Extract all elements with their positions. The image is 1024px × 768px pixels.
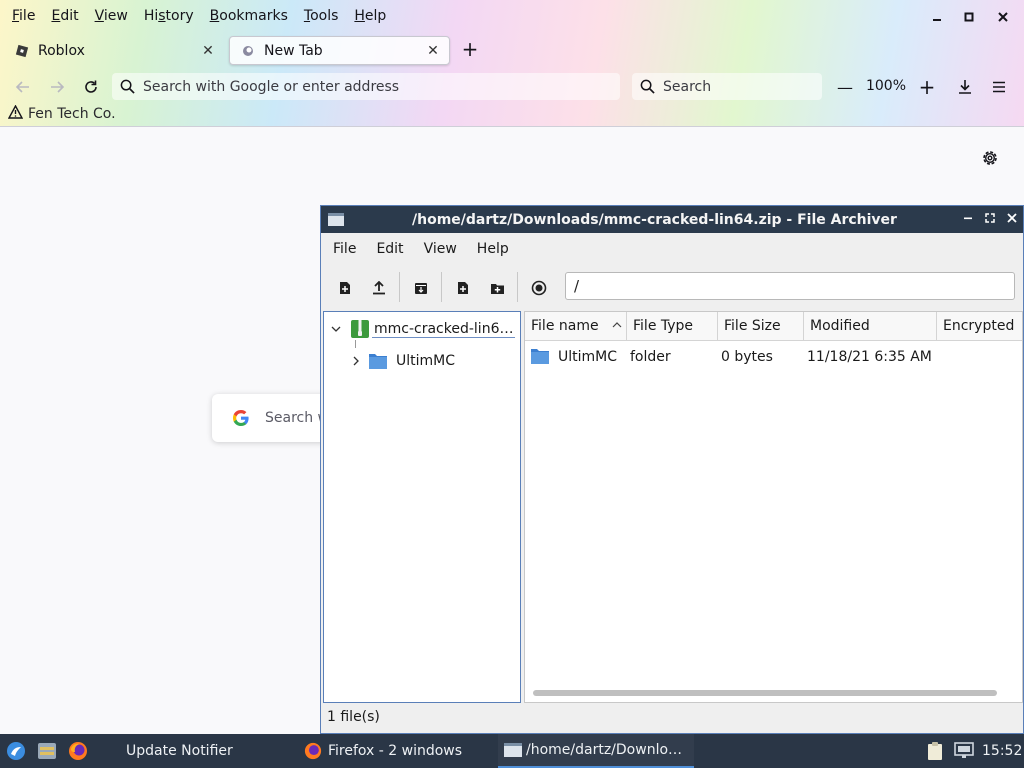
column-header-file-size[interactable]: File Size bbox=[718, 312, 804, 341]
menu-bookmarks[interactable]: Bookmarks bbox=[202, 0, 296, 32]
taskbar-item-firefox[interactable]: Firefox - 2 windows bbox=[298, 734, 490, 768]
menu-edit[interactable]: Edit bbox=[43, 0, 86, 32]
table-row[interactable]: UltimMC folder 0 bytes 11/18/21 6:35 AM bbox=[525, 344, 1022, 372]
forward-icon[interactable] bbox=[44, 74, 70, 100]
search-icon bbox=[120, 79, 135, 94]
taskbar-item-update-notifier[interactable]: Update Notifier bbox=[110, 734, 280, 768]
column-header-file-name[interactable]: File name bbox=[525, 312, 627, 341]
file-list: File name File Type File Size Modified E… bbox=[524, 311, 1023, 703]
archiver-menu-file[interactable]: File bbox=[323, 233, 366, 265]
firefox-icon bbox=[304, 742, 324, 760]
download-icon[interactable] bbox=[952, 74, 978, 100]
close-icon[interactable] bbox=[1001, 212, 1023, 227]
firefox-tab-icon bbox=[240, 43, 256, 59]
zoom-in-button[interactable]: + bbox=[914, 74, 940, 100]
gear-icon[interactable] bbox=[980, 148, 1000, 168]
archiver-menu-edit[interactable]: Edit bbox=[366, 233, 413, 265]
stop-icon[interactable] bbox=[527, 276, 551, 300]
column-header-modified[interactable]: Modified bbox=[804, 312, 937, 341]
file-manager-icon[interactable] bbox=[37, 742, 57, 760]
zoom-out-button[interactable]: — bbox=[832, 74, 858, 100]
new-archive-icon[interactable] bbox=[333, 276, 357, 300]
clipboard-icon[interactable] bbox=[926, 741, 946, 760]
tab-roblox[interactable]: Roblox ✕ bbox=[4, 36, 224, 65]
extract-icon[interactable] bbox=[409, 276, 433, 300]
google-logo-icon bbox=[231, 408, 251, 428]
path-input[interactable]: / bbox=[565, 272, 1015, 300]
sort-asc-icon bbox=[612, 312, 622, 340]
window-icon bbox=[504, 743, 524, 757]
firefox-menubar: File Edit View History Bookmarks Tools H… bbox=[0, 0, 1024, 32]
search-icon bbox=[640, 79, 655, 94]
archive-icon bbox=[350, 319, 372, 339]
maximize-icon[interactable] bbox=[958, 6, 980, 28]
archiver-menu-help[interactable]: Help bbox=[467, 233, 519, 265]
firefox-chrome: File Edit View History Bookmarks Tools H… bbox=[0, 0, 1024, 127]
tree-item-ultimmc[interactable]: UltimMC bbox=[348, 348, 455, 374]
tab-close-icon[interactable]: ✕ bbox=[423, 43, 443, 59]
file-archiver-window: /home/dartz/Downloads/mmc-cracked-lin64.… bbox=[320, 205, 1024, 734]
minimize-icon[interactable] bbox=[957, 212, 979, 227]
column-header-file-type[interactable]: File Type bbox=[627, 312, 718, 341]
menu-view[interactable]: View bbox=[87, 0, 136, 32]
add-folder-icon[interactable] bbox=[485, 276, 509, 300]
window-icon bbox=[328, 213, 344, 226]
address-bar[interactable]: Search with Google or enter address bbox=[112, 73, 620, 100]
archiver-menu-view[interactable]: View bbox=[414, 233, 467, 265]
upload-icon[interactable] bbox=[367, 276, 391, 300]
tree-item-archive-root[interactable]: mmc-cracked-lin6… bbox=[328, 316, 516, 342]
menu-file[interactable]: File bbox=[4, 0, 43, 32]
chevron-down-icon[interactable] bbox=[328, 323, 344, 335]
taskbar: Update Notifier Firefox - 2 windows /hom… bbox=[0, 734, 1024, 768]
network-icon[interactable] bbox=[954, 742, 974, 760]
tab-new-tab[interactable]: New Tab ✕ bbox=[229, 36, 450, 65]
menu-tools[interactable]: Tools bbox=[296, 0, 347, 32]
folder-tree: mmc-cracked-lin6… UltimMC bbox=[323, 311, 521, 703]
clock: 15:52 bbox=[982, 743, 1023, 759]
maximize-icon[interactable] bbox=[979, 212, 1001, 227]
chevron-right-icon[interactable] bbox=[348, 355, 364, 367]
minimize-icon[interactable] bbox=[926, 6, 948, 28]
menu-help[interactable]: Help bbox=[346, 0, 394, 32]
add-file-icon[interactable] bbox=[451, 276, 475, 300]
hamburger-menu-icon[interactable] bbox=[986, 74, 1012, 100]
archiver-title: /home/dartz/Downloads/mmc-cracked-lin64.… bbox=[412, 211, 897, 228]
zoom-level[interactable]: 100% bbox=[862, 73, 910, 100]
new-tab-button[interactable]: + bbox=[458, 38, 482, 62]
archiver-titlebar[interactable]: /home/dartz/Downloads/mmc-cracked-lin64.… bbox=[321, 206, 1023, 233]
roblox-icon bbox=[14, 43, 30, 59]
menu-history[interactable]: History bbox=[136, 0, 202, 32]
folder-icon bbox=[530, 347, 550, 369]
archiver-menubar: File Edit View Help bbox=[321, 234, 1023, 264]
tab-close-icon[interactable]: ✕ bbox=[198, 43, 218, 59]
reload-icon[interactable] bbox=[78, 74, 104, 100]
horizontal-scrollbar[interactable] bbox=[533, 690, 997, 696]
search-bar[interactable]: Search bbox=[632, 73, 822, 100]
start-menu-icon[interactable] bbox=[6, 741, 26, 760]
warning-icon bbox=[7, 104, 24, 123]
close-icon[interactable] bbox=[992, 6, 1014, 28]
back-icon[interactable] bbox=[10, 74, 36, 100]
folder-icon bbox=[368, 352, 390, 370]
taskbar-item-file-archiver[interactable]: /home/dartz/Downlo… bbox=[498, 734, 694, 768]
bookmark-fen-tech[interactable]: Fen Tech Co. bbox=[7, 104, 116, 124]
firefox-icon[interactable] bbox=[68, 741, 88, 760]
status-text: 1 file(s) bbox=[327, 709, 380, 725]
column-header-encrypted[interactable]: Encrypted bbox=[937, 312, 1022, 341]
